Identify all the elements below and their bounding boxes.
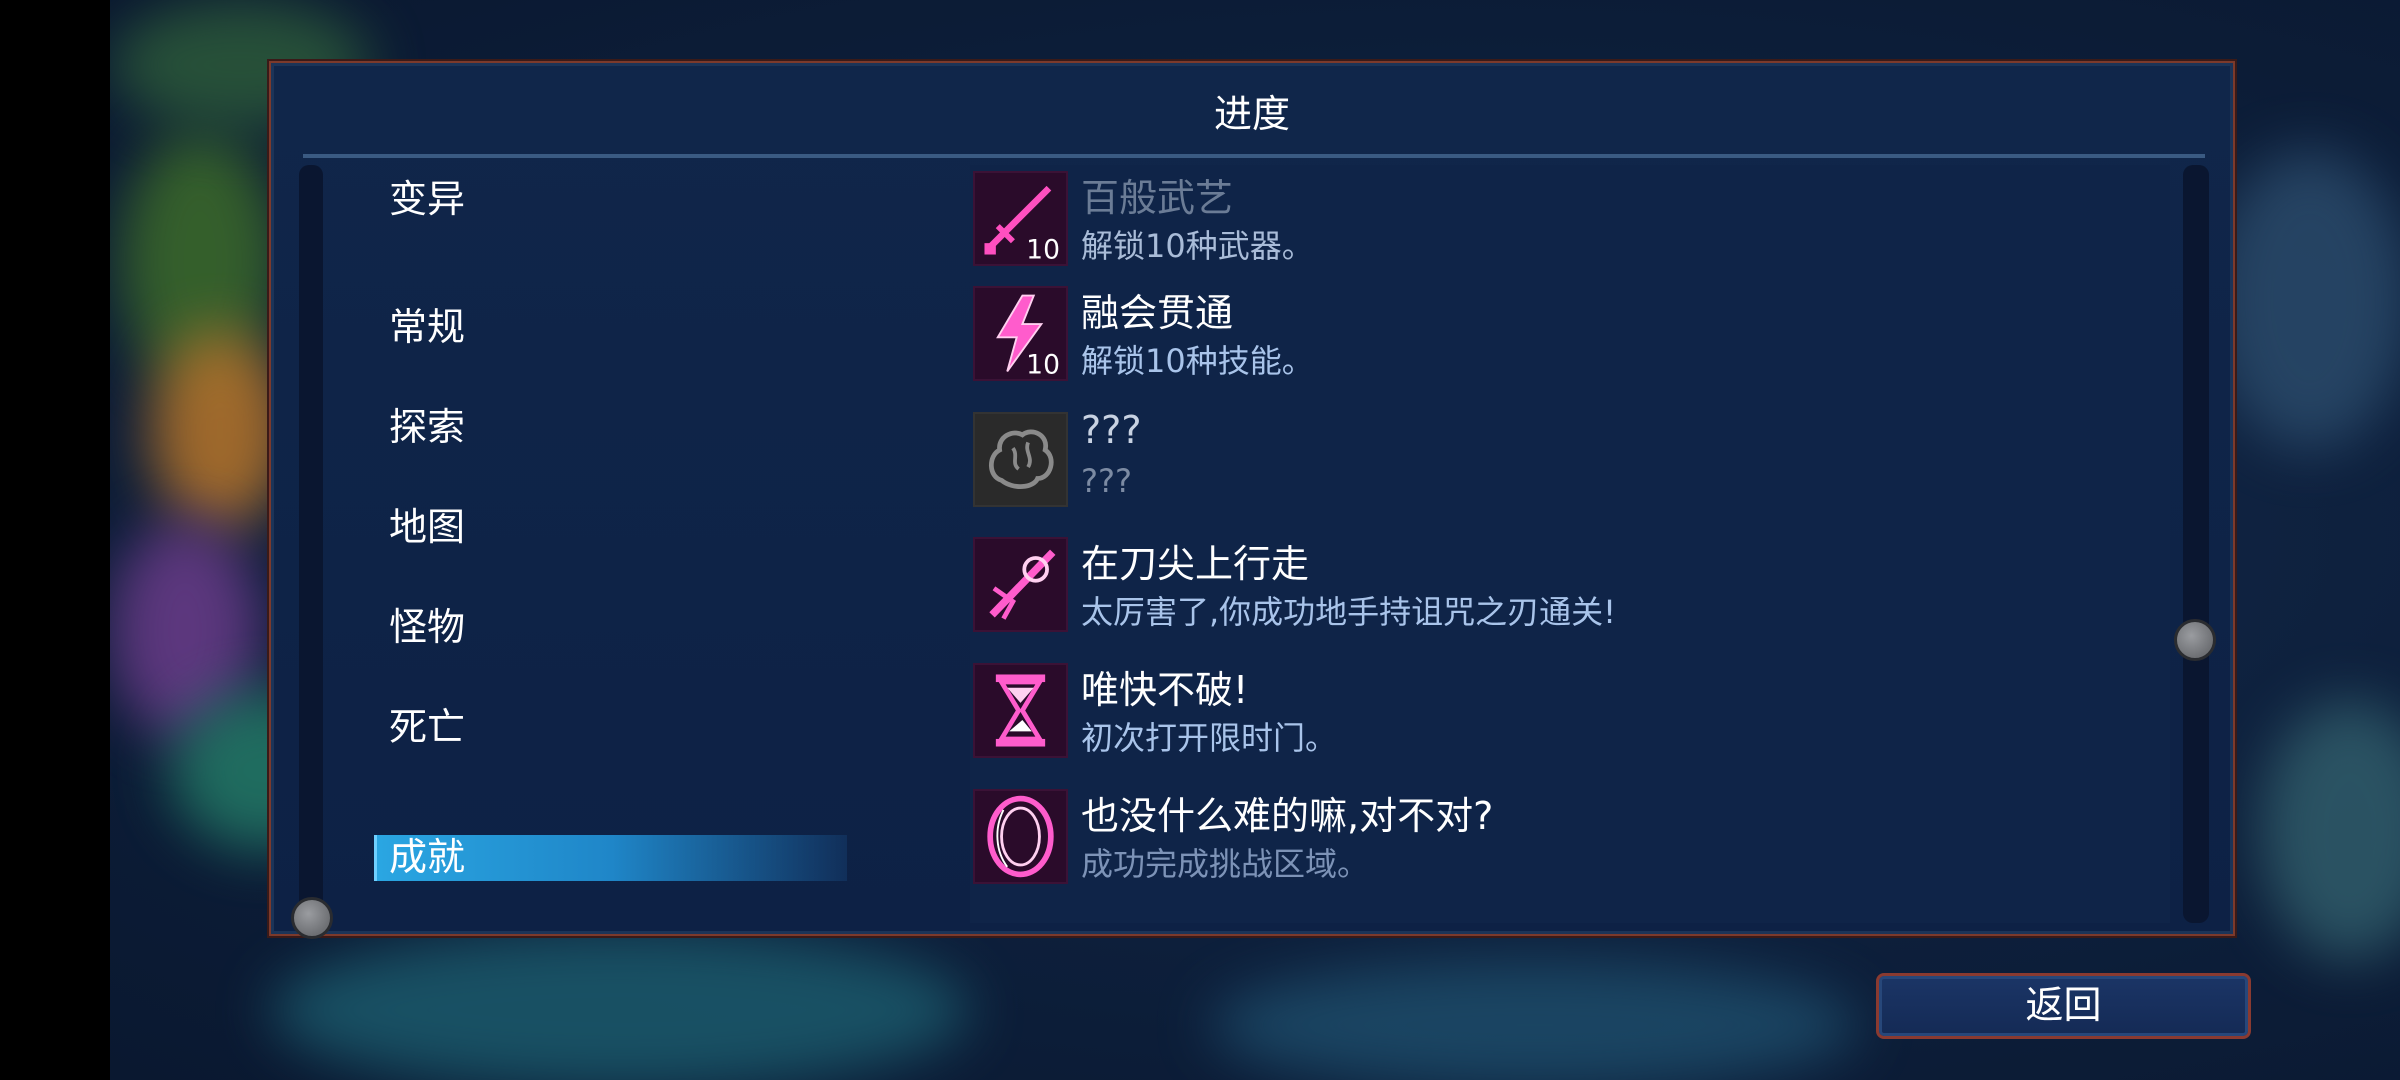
category-general[interactable]: 常规 (389, 303, 465, 351)
svg-text:10: 10 (1026, 234, 1060, 264)
cursed-blade-icon (973, 537, 1068, 632)
achievement-row[interactable]: 也没什么难的嘛,对不对? 成功完成挑战区域。 (973, 789, 2153, 899)
category-monsters[interactable]: 怪物 (389, 603, 465, 651)
achievement-desc: 初次打开限时门。 (1081, 719, 1338, 757)
achievement-row[interactable]: 10 百般武艺 解锁10种武器。 (973, 171, 2153, 281)
progress-panel: 进度 变异 常规 探索 地图 怪物 死亡 成就 10 百般武艺 解锁10种武器。… (269, 61, 2235, 939)
portal-ring-icon (973, 789, 1068, 884)
category-map[interactable]: 地图 (389, 503, 465, 551)
achievement-desc: ??? (1081, 462, 1132, 500)
achievement-scrollbar[interactable] (2183, 165, 2209, 923)
achievement-title: ??? (1081, 408, 1142, 452)
achievement-title: 唯快不破! (1081, 668, 1249, 712)
achievement-row[interactable]: 10 融会贯通 解锁10种技能。 (973, 286, 2153, 396)
achievement-title: 也没什么难的嘛,对不对? (1081, 794, 1494, 838)
achievement-title: 融会贯通 (1081, 291, 1234, 335)
locked-brain-icon (973, 412, 1068, 507)
achievement-desc: 成功完成挑战区域。 (1081, 845, 1370, 883)
achievement-title: 百般武艺 (1081, 176, 1234, 220)
achievement-row[interactable]: 在刀尖上行走 太厉害了,你成功地手持诅咒之刃通关! (973, 537, 2153, 647)
sword-10-icon: 10 (973, 171, 1068, 266)
achievement-row[interactable]: ??? ??? (973, 408, 2153, 522)
category-deaths[interactable]: 死亡 (389, 703, 465, 751)
achievement-row[interactable]: 唯快不破! 初次打开限时门。 (973, 663, 2153, 773)
category-exploration[interactable]: 探索 (389, 403, 465, 451)
hourglass-icon (973, 663, 1068, 758)
category-mutations[interactable]: 变异 (389, 175, 465, 223)
category-scroll-thumb[interactable] (291, 897, 333, 939)
category-achievements[interactable]: 成就 (389, 833, 465, 881)
achievement-title: 在刀尖上行走 (1081, 542, 1310, 586)
back-button[interactable]: 返回 (1876, 973, 2251, 1039)
title-divider (303, 154, 2205, 158)
achievement-desc: 太厉害了,你成功地手持诅咒之刃通关! (1081, 593, 1617, 631)
lightning-10-icon: 10 (973, 286, 1068, 381)
panel-title: 进度 (1213, 92, 1290, 136)
achievement-desc: 解锁10种武器。 (1081, 227, 1314, 265)
svg-text:10: 10 (1026, 349, 1060, 379)
achievement-scroll-thumb[interactable] (2174, 619, 2216, 661)
achievement-desc: 解锁10种技能。 (1081, 342, 1314, 380)
category-scrollbar[interactable] (299, 165, 323, 923)
